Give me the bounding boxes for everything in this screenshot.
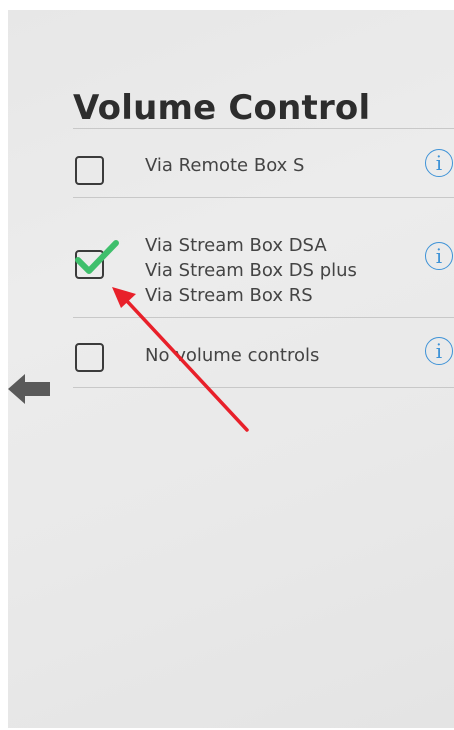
- checkmark-icon: [75, 240, 119, 274]
- option-no-volume-controls[interactable]: No volume controls i: [73, 318, 454, 388]
- info-icon[interactable]: i: [425, 337, 453, 365]
- option-label: Via Remote Box S: [145, 155, 305, 176]
- option-stream-box[interactable]: Via Stream Box DSA Via Stream Box DS plu…: [73, 198, 454, 318]
- info-icon[interactable]: i: [425, 149, 453, 177]
- checkbox-remote-box-s[interactable]: [75, 156, 104, 185]
- settings-screen: Volume Control Via Remote Box S i Via St…: [8, 10, 454, 728]
- option-label-line-1: Via Stream Box DSA: [145, 235, 327, 256]
- option-label-line-2: Via Stream Box DS plus: [145, 260, 357, 281]
- checkbox-stream-box[interactable]: [75, 240, 119, 279]
- checkbox-no-volume-controls[interactable]: [75, 343, 104, 372]
- option-remote-box-s[interactable]: Via Remote Box S i: [73, 129, 454, 197]
- back-arrow-icon[interactable]: [8, 372, 50, 406]
- option-label: No volume controls: [145, 345, 320, 366]
- info-icon[interactable]: i: [425, 242, 453, 270]
- option-label-line-3: Via Stream Box RS: [145, 285, 313, 306]
- divider: [73, 387, 454, 388]
- page-title: Volume Control: [73, 88, 371, 128]
